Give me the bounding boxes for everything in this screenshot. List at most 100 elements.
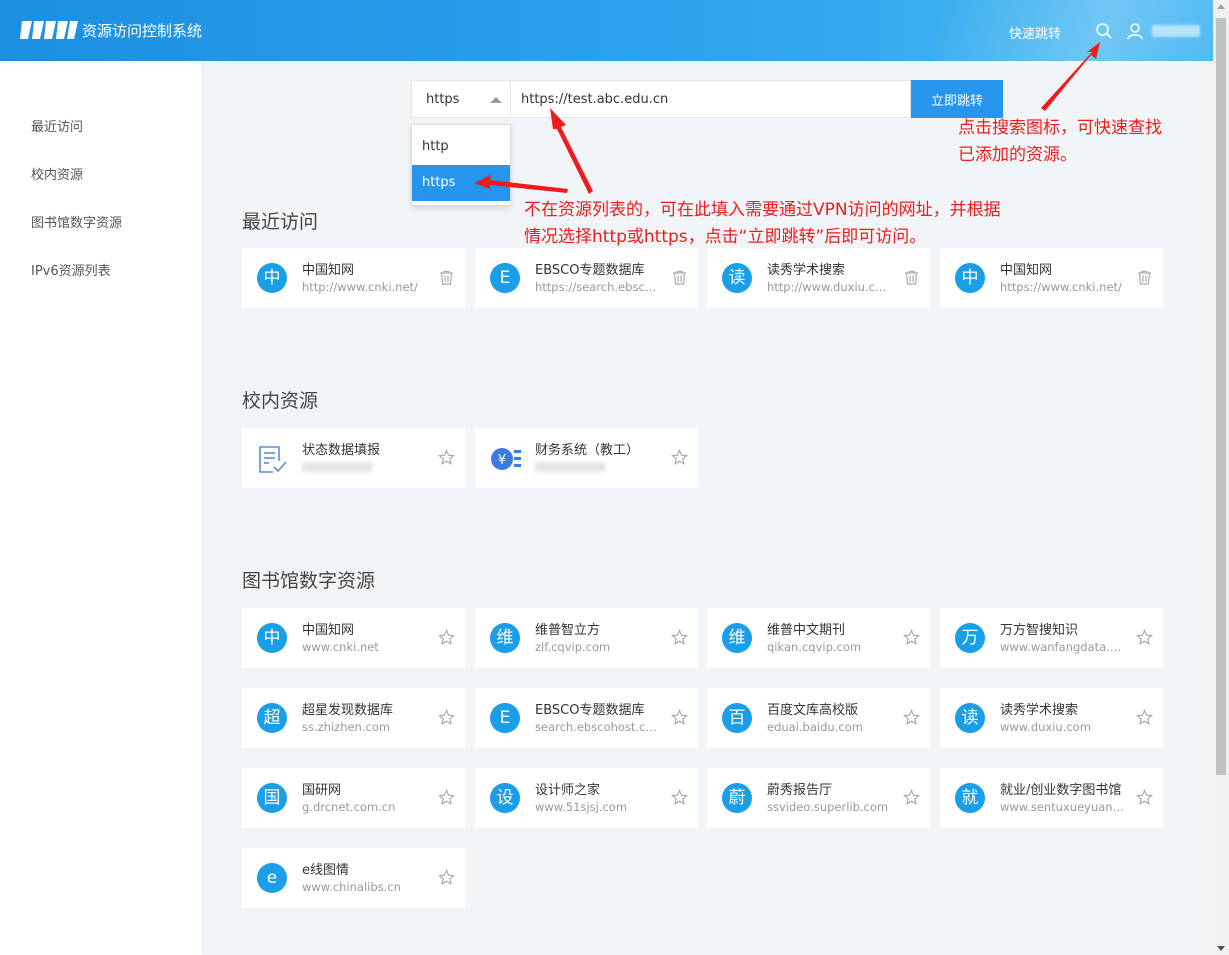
resource-letter-icon: e: [257, 863, 287, 893]
resource-card[interactable]: 状态数据填报: [242, 428, 465, 488]
resource-card[interactable]: E EBSCO专题数据库 https://search.ebscohost.co…: [475, 248, 698, 308]
star-icon[interactable]: [438, 869, 455, 886]
resource-url: g.drcnet.com.cn: [302, 800, 396, 814]
star-icon[interactable]: [438, 449, 455, 466]
user-icon[interactable]: [1126, 22, 1144, 40]
protocol-option-https[interactable]: https: [412, 165, 510, 201]
star-icon[interactable]: [903, 629, 920, 646]
sidebar: 最近访问 校内资源 图书馆数字资源 IPv6资源列表: [0, 61, 202, 955]
username-redacted[interactable]: [1152, 25, 1200, 37]
quick-jump-link[interactable]: 快速跳转: [1009, 23, 1061, 42]
trash-icon[interactable]: [438, 269, 455, 286]
resource-card[interactable]: 万 万方智搜知识 www.wanfangdata.com.cn: [940, 608, 1163, 668]
resource-name: 万方智搜知识: [1000, 623, 1079, 638]
resource-card[interactable]: e e线图情 www.chinalibs.cn: [242, 848, 465, 908]
trash-icon[interactable]: [903, 269, 920, 286]
resource-card[interactable]: 中 中国知网 http://www.cnki.net/: [242, 248, 465, 308]
star-icon[interactable]: [671, 629, 688, 646]
search-icon[interactable]: [1095, 22, 1113, 40]
resource-url: ssvideo.superlib.com: [767, 800, 889, 814]
star-icon[interactable]: [1136, 709, 1153, 726]
resource-card[interactable]: 百 百度文库高校版 eduai.baidu.com: [707, 688, 930, 748]
app-title: 资源访问控制系统: [82, 22, 203, 40]
star-icon[interactable]: [671, 709, 688, 726]
resource-letter-icon: 中: [257, 263, 287, 293]
scroll-down-icon[interactable]: [1217, 946, 1225, 951]
resource-card[interactable]: ¥ 财务系统（教工）: [475, 428, 698, 488]
scroll-thumb[interactable]: [1216, 18, 1226, 775]
sidebar-item-library[interactable]: 图书馆数字资源: [31, 212, 122, 231]
resource-url: search.ebscohost.com: [535, 720, 660, 734]
resource-card[interactable]: 蔚 蔚秀报告厅 ssvideo.superlib.com: [707, 768, 930, 828]
url-input[interactable]: [511, 80, 911, 118]
sidebar-item-recent[interactable]: 最近访问: [31, 116, 83, 135]
resource-card[interactable]: 超 超星发现数据库 ss.zhizhen.com: [242, 688, 465, 748]
resource-letter-icon: 超: [257, 703, 287, 733]
star-icon[interactable]: [438, 789, 455, 806]
resource-url: qikan.cqvip.com: [767, 640, 862, 654]
resource-url: www.chinalibs.cn: [302, 880, 401, 894]
caret-up-icon: [490, 97, 502, 103]
resource-name: 设计师之家: [535, 783, 601, 798]
resource-name: 状态数据填报: [302, 443, 381, 458]
resource-card[interactable]: 中 中国知网 www.cnki.net: [242, 608, 465, 668]
resource-name: 百度文库高校版: [767, 703, 859, 718]
resource-name: 维普中文期刊: [767, 623, 846, 638]
resource-name: 读秀学术搜索: [767, 263, 846, 278]
resource-card[interactable]: 维 维普中文期刊 qikan.cqvip.com: [707, 608, 930, 668]
page-scrollbar[interactable]: [1213, 0, 1229, 955]
resource-card[interactable]: 中 中国知网 https://www.cnki.net/: [940, 248, 1163, 308]
scroll-up-icon[interactable]: [1217, 4, 1225, 9]
resource-letter-icon: 维: [722, 623, 752, 653]
resource-card[interactable]: 就 就业/创业数字图书馆 www.sentuxueyuan.com: [940, 768, 1163, 828]
resource-name: 财务系统（教工）: [535, 443, 640, 458]
resource-url: ss.zhizhen.com: [302, 720, 391, 734]
section-title-library: 图书馆数字资源: [242, 570, 376, 592]
star-icon[interactable]: [903, 789, 920, 806]
protocol-select[interactable]: https: [411, 80, 511, 118]
protocol-selected-value: https: [426, 92, 460, 107]
resource-letter-icon: E: [490, 703, 520, 733]
resource-card[interactable]: 读 读秀学术搜索 http://www.duxiu.com/: [707, 248, 930, 308]
form-check-icon: [259, 446, 287, 473]
star-icon[interactable]: [438, 709, 455, 726]
finance-yuan-icon: ¥: [491, 448, 521, 470]
star-icon[interactable]: [1136, 629, 1153, 646]
resource-name: 蔚秀报告厅: [767, 783, 833, 798]
star-icon[interactable]: [903, 709, 920, 726]
trash-icon[interactable]: [671, 269, 688, 286]
resource-letter-icon: 国: [257, 783, 287, 813]
resource-card[interactable]: E EBSCO专题数据库 search.ebscohost.com: [475, 688, 698, 748]
logo-icon: [20, 21, 78, 39]
resource-card[interactable]: 维 维普智立方 zlf.cqvip.com: [475, 608, 698, 668]
star-icon[interactable]: [438, 629, 455, 646]
go-button[interactable]: 立即跳转: [911, 80, 1003, 118]
resource-url: www.wanfangdata.com.cn: [1000, 640, 1125, 654]
resource-card[interactable]: 设 设计师之家 www.51sjsj.com: [475, 768, 698, 828]
resource-card[interactable]: 国 国研网 g.drcnet.com.cn: [242, 768, 465, 828]
resource-letter-icon: 就: [955, 783, 985, 813]
resource-url: www.51sjsj.com: [535, 800, 628, 814]
resource-name: 就业/创业数字图书馆: [1000, 783, 1122, 798]
protocol-dropdown: http https: [411, 124, 511, 206]
resource-letter-icon: 中: [257, 623, 287, 653]
sidebar-item-campus[interactable]: 校内资源: [31, 164, 83, 183]
resource-url: www.duxiu.com: [1000, 720, 1091, 734]
resource-name: 维普智立方: [535, 623, 601, 638]
star-icon[interactable]: [671, 449, 688, 466]
star-icon[interactable]: [671, 789, 688, 806]
star-icon[interactable]: [1136, 789, 1153, 806]
resource-name: 读秀学术搜索: [1000, 703, 1079, 718]
trash-icon[interactable]: [1136, 269, 1153, 286]
protocol-option-http[interactable]: http: [412, 129, 510, 165]
svg-text:¥: ¥: [498, 453, 506, 468]
annotation-url-note-1: 不在资源列表的，可在此填入需要通过VPN访问的网址，并根据: [524, 200, 1001, 220]
resource-name: 超星发现数据库: [302, 703, 394, 718]
sidebar-item-ipv6[interactable]: IPv6资源列表: [31, 260, 111, 279]
resource-url: eduai.baidu.com: [767, 720, 863, 734]
resource-name: EBSCO专题数据库: [535, 703, 645, 718]
resource-url: https://search.ebscohost.com: [535, 280, 660, 294]
resource-letter-icon: 读: [955, 703, 985, 733]
resource-card[interactable]: 读 读秀学术搜索 www.duxiu.com: [940, 688, 1163, 748]
resource-url-redacted: [302, 462, 372, 472]
